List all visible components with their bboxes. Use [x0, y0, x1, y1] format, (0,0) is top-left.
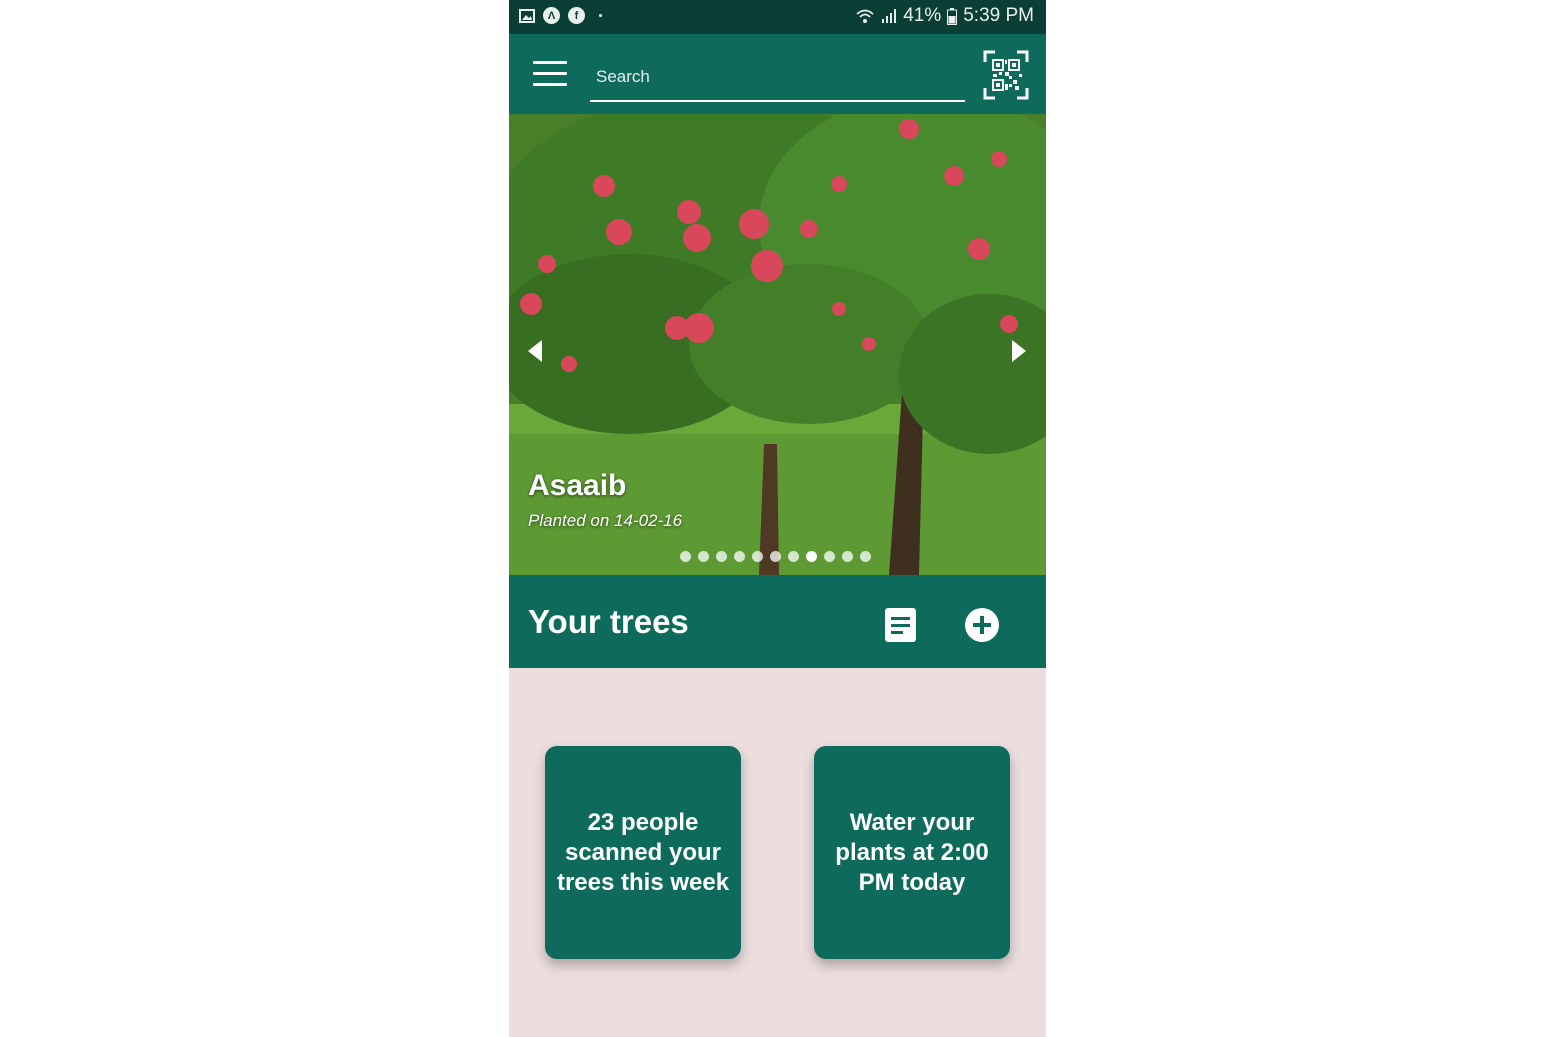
list-icon[interactable] [885, 608, 916, 642]
carousel-dot[interactable] [806, 551, 817, 562]
carousel-dot[interactable] [680, 551, 691, 562]
a-icon: Λ [543, 7, 560, 24]
signal-icon [882, 9, 897, 23]
carousel-dot[interactable] [716, 551, 727, 562]
battery-icon [947, 7, 958, 25]
tree-carousel[interactable]: Asaaib Planted on 14-02-16 [509, 114, 1046, 575]
carousel-dot[interactable] [734, 551, 745, 562]
phone-screen: Λ f 41% 5:39 PM Search Asaaib Planted on… [509, 0, 1046, 1037]
section-title: Your trees [528, 603, 689, 640]
image-icon [519, 8, 535, 23]
notification-dot [599, 14, 602, 17]
carousel-dot[interactable] [770, 551, 781, 562]
carousel-indicator [680, 551, 871, 562]
carousel-dot[interactable] [752, 551, 763, 562]
planted-date: Planted on 14-02-16 [528, 511, 683, 530]
app-bar [509, 34, 1046, 114]
tree-photo [509, 114, 1046, 575]
facebook-icon: f [568, 7, 585, 24]
tree-name: Asaaib [528, 469, 627, 502]
search-input[interactable] [594, 62, 958, 92]
add-icon[interactable] [964, 607, 1000, 643]
scans-card-text: 23 people scanned your trees this week [556, 808, 730, 896]
carousel-dot[interactable] [860, 551, 871, 562]
carousel-dot[interactable] [842, 551, 853, 562]
qr-code-icon[interactable] [983, 50, 1029, 100]
battery-percent: 41% [903, 5, 942, 26]
menu-icon[interactable] [533, 61, 567, 87]
wifi-icon [856, 9, 874, 23]
clock: 5:39 PM [963, 5, 1034, 26]
carousel-dot[interactable] [698, 551, 709, 562]
search-box [590, 56, 965, 102]
water-card-text: Water your plants at 2:00 PM today [835, 808, 989, 896]
carousel-dot[interactable] [824, 551, 835, 562]
carousel-prev-arrow[interactable] [528, 340, 542, 362]
your-trees-header: Your trees [509, 575, 1046, 668]
scans-card[interactable]: 23 people scanned your trees this week [545, 746, 741, 959]
carousel-next-arrow[interactable] [1012, 340, 1026, 362]
carousel-dot[interactable] [788, 551, 799, 562]
status-bar: Λ f 41% 5:39 PM [509, 0, 1046, 34]
water-reminder-card[interactable]: Water your plants at 2:00 PM today [814, 746, 1010, 959]
